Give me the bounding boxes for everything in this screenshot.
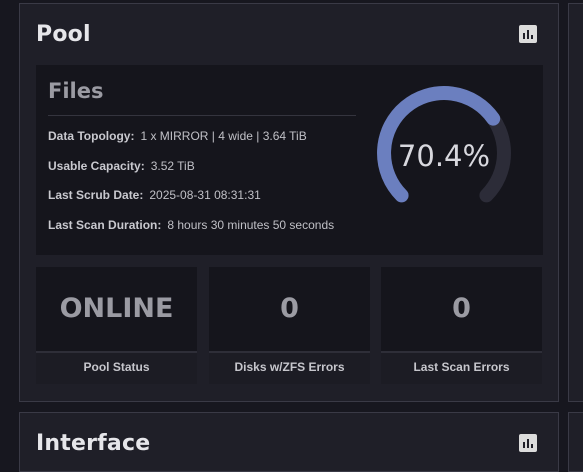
info-label: Usable Capacity: xyxy=(48,159,145,173)
usage-percent: 70.4% xyxy=(397,139,491,173)
bar-chart-icon[interactable] xyxy=(519,434,537,452)
info-row-data-topology: Data Topology: 1 x MIRROR | 4 wide | 3.64… xyxy=(48,129,307,143)
info-label: Last Scan Duration: xyxy=(48,218,162,232)
info-row-last-scan-duration: Last Scan Duration: 8 hours 30 minutes 50… xyxy=(48,218,334,232)
files-panel: Files Data Topology: 1 x MIRROR | 4 wide … xyxy=(36,65,543,255)
stat-label: Disks w/ZFS Errors xyxy=(209,351,370,384)
info-value: 2025-08-31 08:31:31 xyxy=(149,188,261,202)
files-title: Files xyxy=(48,79,104,103)
info-value: 1 x MIRROR | 4 wide | 3.64 TiB xyxy=(140,129,307,143)
stat-disks-zfs-errors: 0 Disks w/ZFS Errors xyxy=(209,267,370,384)
interface-card: Interface xyxy=(19,412,559,472)
stat-last-scan-errors: 0 Last Scan Errors xyxy=(381,267,542,384)
info-value: 3.52 TiB xyxy=(150,159,195,173)
usage-gauge: 70.4% xyxy=(366,83,522,223)
pool-card-title: Pool xyxy=(36,22,91,47)
stat-pool-status: ONLINE Pool Status xyxy=(36,267,197,384)
info-value: 8 hours 30 minutes 50 seconds xyxy=(167,218,335,232)
info-row-usable-capacity: Usable Capacity: 3.52 TiB xyxy=(48,159,195,173)
stat-value: 0 xyxy=(280,293,299,324)
files-divider xyxy=(48,115,356,116)
info-label: Data Topology: xyxy=(48,129,135,143)
info-label: Last Scrub Date: xyxy=(48,188,144,202)
stat-label: Last Scan Errors xyxy=(381,351,542,384)
adjacent-card xyxy=(568,412,583,472)
stat-value: ONLINE xyxy=(59,293,174,324)
adjacent-card xyxy=(568,3,583,402)
pool-card: Pool Files Data Topology: 1 x MIRROR | 4 … xyxy=(19,3,559,402)
interface-card-title: Interface xyxy=(36,431,151,456)
stat-value: 0 xyxy=(452,293,471,324)
stat-label: Pool Status xyxy=(36,351,197,384)
info-row-last-scrub-date: Last Scrub Date: 2025-08-31 08:31:31 xyxy=(48,188,261,202)
bar-chart-icon[interactable] xyxy=(519,25,537,43)
